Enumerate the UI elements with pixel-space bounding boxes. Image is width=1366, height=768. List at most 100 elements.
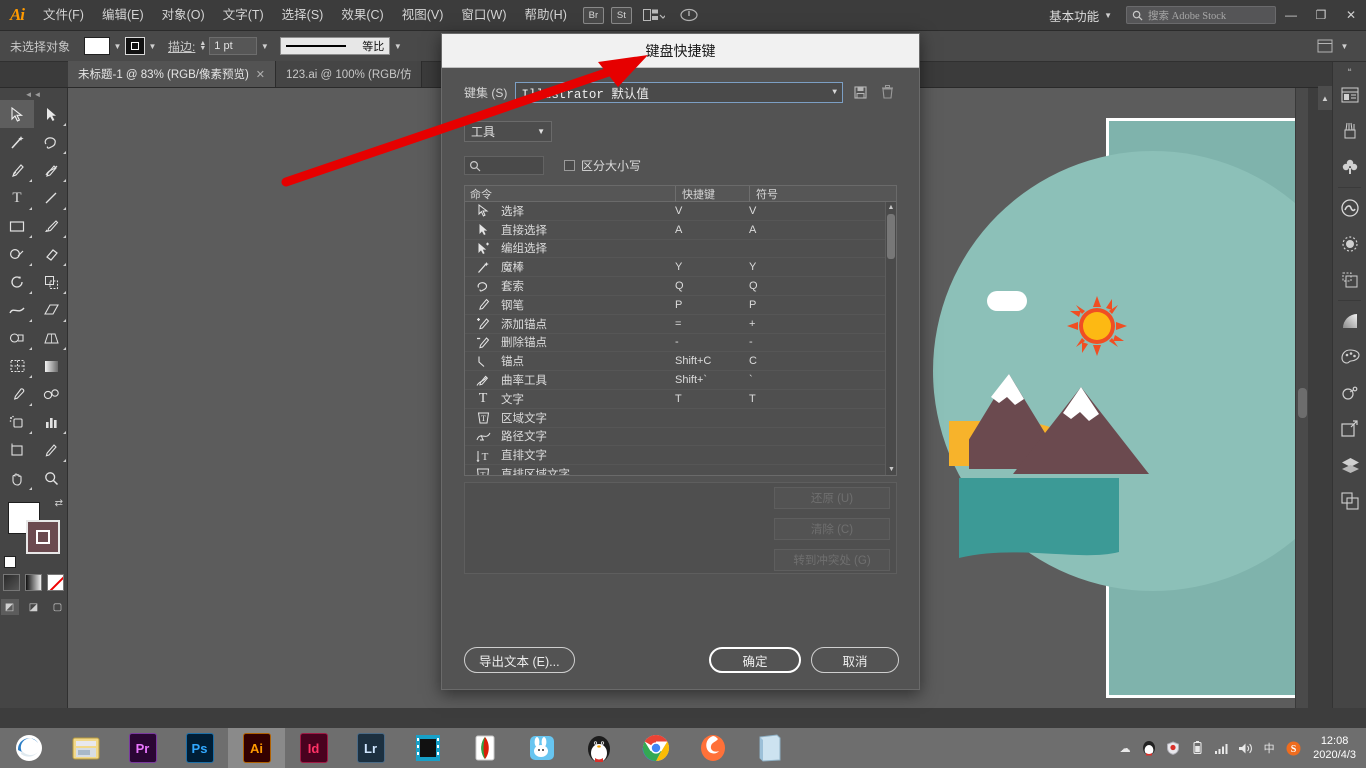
taskbar-lightroom[interactable]: Lr: [342, 728, 399, 768]
taskbar-file-explorer[interactable]: [57, 728, 114, 768]
table-row[interactable]: T 直排文字: [465, 446, 896, 465]
gradient-button[interactable]: [25, 574, 42, 591]
tool-paintbrush[interactable]: [34, 212, 68, 240]
column-header-shortcut[interactable]: 快捷键: [675, 186, 749, 202]
stock-icon[interactable]: St: [611, 7, 632, 24]
export-text-button[interactable]: 导出文本 (E)...: [464, 647, 575, 673]
stroke-chevron-down-icon[interactable]: ▼: [145, 37, 160, 55]
chevron-down-icon[interactable]: ▼: [832, 88, 837, 97]
brushes-panel-icon[interactable]: [1333, 113, 1366, 149]
tool-direct-selection[interactable]: [34, 100, 68, 128]
default-fill-stroke-icon[interactable]: [4, 556, 16, 568]
ok-button[interactable]: 确定: [709, 647, 801, 673]
tool-rotate[interactable]: [0, 268, 34, 296]
stroke-profile-select[interactable]: 等比: [280, 37, 390, 55]
tool-scale[interactable]: [34, 268, 68, 296]
undo-button[interactable]: 还原 (U): [774, 487, 890, 509]
tool-mesh[interactable]: [0, 352, 34, 380]
menu-edit[interactable]: 编辑(E): [93, 0, 153, 31]
tool-pen[interactable]: [0, 156, 34, 184]
scrollbar-thumb[interactable]: [1298, 388, 1307, 418]
qq-tray-icon[interactable]: [1141, 740, 1157, 756]
tool-column-graph[interactable]: [34, 408, 68, 436]
sogou-input-icon[interactable]: S: [1285, 740, 1301, 756]
security-tray-icon[interactable]: [1165, 740, 1181, 756]
tool-curvature[interactable]: [34, 156, 68, 184]
home-screen-icon[interactable]: [676, 5, 702, 25]
tool-blend[interactable]: [34, 380, 68, 408]
table-row[interactable]: 锚点 Shift+C C: [465, 352, 896, 371]
appearance-panel-icon[interactable]: [1333, 375, 1366, 411]
volume-icon[interactable]: [1237, 740, 1253, 756]
tool-symbol-sprayer[interactable]: [0, 408, 34, 436]
menu-effect[interactable]: 效果(C): [332, 0, 392, 31]
table-row[interactable]: 选择 V V: [465, 202, 896, 221]
taskbar-illustrator[interactable]: Ai: [228, 728, 285, 768]
tool-selection[interactable]: [0, 100, 34, 128]
goto-conflict-button[interactable]: 转到冲突处 (G): [774, 549, 890, 571]
tool-free-transform[interactable]: [34, 296, 68, 324]
stroke-stepper[interactable]: ▲▼: [199, 41, 206, 51]
trash-icon[interactable]: [877, 83, 897, 103]
cancel-button[interactable]: 取消: [811, 647, 899, 673]
document-setup-chevron-down-icon[interactable]: ▼: [1337, 37, 1352, 55]
stroke-weight-input[interactable]: 1 pt: [209, 37, 257, 55]
swap-fill-stroke-icon[interactable]: ⇄: [55, 498, 63, 509]
taskbar-clock[interactable]: 12:08 2020/4/3: [1309, 734, 1356, 762]
menu-window[interactable]: 窗口(W): [452, 0, 515, 31]
save-icon[interactable]: [850, 83, 870, 103]
workspace-switcher-label[interactable]: 基本功能: [1049, 6, 1099, 25]
scrollbar-thumb[interactable]: [887, 214, 895, 259]
table-row[interactable]: T 文字 T T: [465, 390, 896, 409]
pathfinder-panel-icon[interactable]: [1333, 483, 1366, 519]
tool-hand[interactable]: [0, 464, 34, 492]
menu-help[interactable]: 帮助(H): [516, 0, 576, 31]
tool-width[interactable]: [0, 296, 34, 324]
tool-perspective-grid[interactable]: [34, 324, 68, 352]
table-row[interactable]: 删除锚点 - -: [465, 334, 896, 353]
close-icon[interactable]: ✕: [256, 68, 265, 81]
gradient-panel-icon[interactable]: [1333, 303, 1366, 339]
properties-panel-icon[interactable]: [1333, 77, 1366, 113]
taskbar-premiere-pro[interactable]: Pr: [114, 728, 171, 768]
tool-artboard[interactable]: [0, 436, 34, 464]
taskbar-wps-office[interactable]: [456, 728, 513, 768]
menu-type[interactable]: 文字(T): [214, 0, 273, 31]
document-tab-123ai[interactable]: 123.ai @ 100% (RGB/仿: [276, 61, 422, 87]
tool-line-segment[interactable]: [34, 184, 68, 212]
table-row[interactable]: 路径文字: [465, 428, 896, 447]
table-row[interactable]: 钢笔 P P: [465, 296, 896, 315]
chevron-down-icon[interactable]: ▼: [1104, 11, 1112, 20]
taskbar-firefox-browser[interactable]: [684, 728, 741, 768]
dock-grip[interactable]: ❝: [1333, 66, 1366, 77]
taskbar-video-editor[interactable]: [399, 728, 456, 768]
scroll-up-icon[interactable]: ▲: [886, 202, 896, 213]
search-input[interactable]: [464, 156, 544, 175]
tool-eyedropper[interactable]: [0, 380, 34, 408]
table-row[interactable]: T 直排区域文字: [465, 465, 896, 475]
fill-chevron-down-icon[interactable]: ▼: [110, 37, 125, 55]
chevron-down-icon[interactable]: ▼: [537, 127, 545, 136]
stroke-swatch[interactable]: [26, 520, 60, 554]
stroke-color-swatch[interactable]: [125, 37, 145, 55]
battery-icon[interactable]: [1189, 740, 1205, 756]
table-row[interactable]: 编组选择: [465, 240, 896, 259]
collapse-panels-icon[interactable]: ▲: [1318, 86, 1332, 110]
layers-panel-icon[interactable]: [1333, 447, 1366, 483]
arrange-documents-icon[interactable]: [641, 5, 667, 25]
tool-gradient[interactable]: [34, 352, 68, 380]
menu-object[interactable]: 对象(O): [153, 0, 214, 31]
document-setup-icon[interactable]: [1313, 35, 1337, 57]
menu-view[interactable]: 视图(V): [393, 0, 453, 31]
taskbar-edge-browser[interactable]: [0, 728, 57, 768]
artboards-panel-icon[interactable]: [1333, 262, 1366, 298]
taskbar-indesign[interactable]: Id: [285, 728, 342, 768]
taskbar-rabbit-app[interactable]: [513, 728, 570, 768]
case-sensitive-checkbox[interactable]: [564, 160, 575, 171]
document-tab-untitled[interactable]: 未标题-1 @ 83% (RGB/像素预览) ✕: [68, 61, 276, 87]
tool-zoom[interactable]: [34, 464, 68, 492]
stroke-weight-chevron-down-icon[interactable]: ▼: [257, 37, 272, 55]
table-row[interactable]: 添加锚点 = +: [465, 315, 896, 334]
tool-lasso[interactable]: [34, 128, 68, 156]
color-button[interactable]: [3, 574, 20, 591]
